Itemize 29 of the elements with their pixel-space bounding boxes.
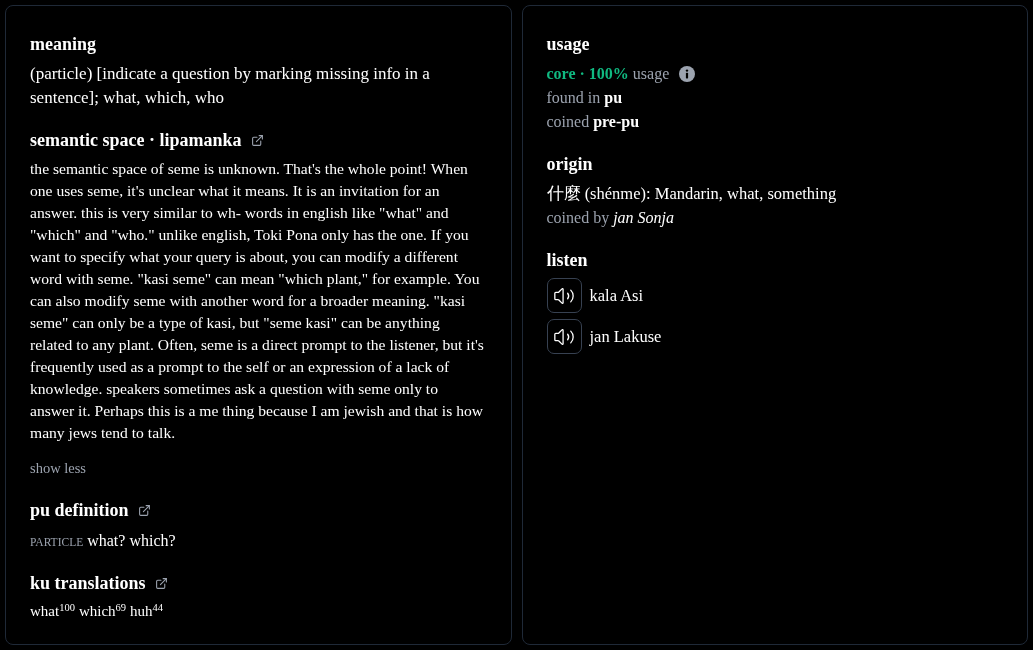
speaker-name: jan Lakuse — [589, 325, 662, 348]
speaker-name: kala Asi — [589, 284, 644, 307]
play-audio-button[interactable] — [546, 319, 582, 354]
part-of-speech: PARTICLE — [30, 535, 84, 550]
coined-text: coined pre-pu — [546, 112, 641, 133]
section-heading: ku translations — [30, 572, 146, 595]
play-audio-button[interactable] — [546, 278, 582, 313]
translation-word: what$^{100}$ — [30, 600, 75, 621]
section-heading: meaning — [30, 33, 96, 56]
pu-definition-text: what? which? — [87, 531, 176, 551]
found-in-text: found in pu — [546, 88, 624, 109]
translation-word: which$^{69}$ — [78, 600, 127, 621]
section-heading: origin — [546, 153, 593, 176]
origin-text: 什麼 (shénme): Mandarin, what, something — [546, 183, 838, 205]
usage-label: usage — [632, 64, 670, 85]
usage-category: core · 100% — [546, 64, 629, 84]
meaning-text: (particle) [indicate a question by marking missing info in a sentence]; what, which, who — [30, 63, 431, 109]
info-icon[interactable] — [679, 66, 696, 82]
external-link-icon[interactable] — [154, 576, 168, 590]
section-heading: semantic space · lipamanka — [30, 129, 242, 152]
section-heading: pu definition — [30, 499, 129, 522]
translation-word: huh$^{44}$ — [130, 600, 164, 621]
semantic-space-text: the semantic space of seme is unknown. That's the whole point! When one uses seme, it's unclear what it means. It is an invitation for an answer. this is very similar to wh- words in english like "what" and "which" and "who." unlike english, Toki Pona only has the one. If you want to specify what your query is about, you can modify a different word with seme. "kasi seme" can mean "which plant," for example. You can also modify seme with another word for a broader meaning. "kasi seme" can only be a type of kasi, but "seme kasi" can be anything related to any plant. Often, seme is a direct prompt to the listener, but it's frequently used as a prompt to the self or an expression of a lack of knowledge. speakers sometimes ask a question with seme only to answer it. Perhaps this is a me thing because I am jewish and that is how many jews tend to talk. — [30, 159, 485, 443]
show-less-link[interactable]: show less — [30, 457, 86, 479]
coined-by-text: coined by jan Sonja — [546, 208, 676, 229]
section-heading: usage — [546, 33, 590, 56]
section-heading: listen — [546, 249, 588, 272]
external-link-icon[interactable] — [137, 503, 151, 517]
external-link-icon[interactable] — [250, 133, 264, 147]
